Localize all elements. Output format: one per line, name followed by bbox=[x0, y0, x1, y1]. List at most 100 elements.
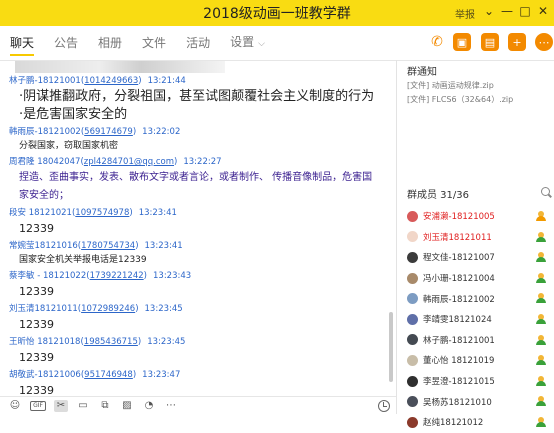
chat-history[interactable]: 林子鹏-18121001(1014249663) 13:21:44 ·阴谋推翻政府，… bbox=[0, 61, 390, 396]
screen-share-icon[interactable]: ▤ bbox=[481, 33, 499, 51]
chat-message: 林子鹏-18121001(1014249663) 13:21:44 ·阴谋推翻政府，… bbox=[9, 75, 390, 124]
message-time: 13:22:02 bbox=[142, 127, 181, 137]
member-name: 董心怡 18121019 bbox=[423, 356, 495, 367]
tab-chat[interactable]: 聊天 bbox=[10, 26, 35, 60]
tab-settings-label: 设置 bbox=[230, 35, 255, 49]
tab-album[interactable]: 相册 bbox=[98, 26, 122, 60]
avatar[interactable] bbox=[407, 416, 418, 428]
sender-name[interactable]: 蔡李敏 - 18121022 bbox=[9, 271, 86, 281]
sender-qq-link[interactable]: 951746948 bbox=[84, 370, 133, 380]
more-icon[interactable]: ⋯ bbox=[535, 33, 553, 51]
member-item[interactable]: 程文佳-18121007 bbox=[407, 247, 554, 268]
tab-files[interactable]: 文件 bbox=[142, 26, 166, 60]
avatar[interactable] bbox=[407, 251, 418, 263]
scroll-thumb[interactable] bbox=[389, 312, 393, 382]
message-header: 刘玉清18121011(1072989246) 13:23:45 bbox=[9, 304, 183, 314]
add-app-icon[interactable]: + bbox=[508, 33, 526, 51]
member-item[interactable]: 李昱澄-18121015 bbox=[407, 371, 554, 392]
chat-message: 周君隆 18042047(zpl4284701@qq.com) 13:22:27 捏… bbox=[9, 156, 390, 205]
member-item[interactable]: 韩雨辰-18121002 bbox=[407, 288, 554, 309]
tab-bar: 聊天 公告 相册 文件 活动 设置 ⌵ bbox=[0, 26, 396, 60]
sender-name[interactable]: 王昕怡 18121018 bbox=[9, 337, 80, 347]
member-role-icon bbox=[536, 313, 546, 324]
avatar[interactable] bbox=[407, 375, 418, 387]
member-role-icon bbox=[536, 416, 546, 427]
sender-name[interactable]: 刘玉清18121011 bbox=[9, 304, 78, 314]
member-item[interactable]: 赵纯18121012 bbox=[407, 412, 554, 433]
message-text: 12339 bbox=[19, 318, 54, 331]
sender-name[interactable]: 周君隆 18042047 bbox=[9, 157, 80, 167]
chat-message: 韩雨辰-18121002(569174679) 13:22:02 分裂国家，窃取国家… bbox=[9, 126, 390, 154]
avatar[interactable] bbox=[407, 210, 418, 222]
sender-name[interactable]: 林子鹏-18121001 bbox=[9, 76, 81, 86]
tab-activity[interactable]: 活动 bbox=[186, 26, 210, 60]
avatar[interactable] bbox=[407, 334, 418, 346]
member-name: 吴杨苏18121010 bbox=[423, 397, 492, 408]
message-header: 胡敬武-18121006(951746948) 13:23:47 bbox=[9, 370, 181, 380]
sender-qq-link[interactable]: 1014249663 bbox=[84, 76, 138, 86]
avatar[interactable] bbox=[407, 293, 418, 305]
member-item[interactable]: 冯小珊-18121004 bbox=[407, 268, 554, 289]
member-item[interactable]: 刘玉清18121011 bbox=[407, 227, 554, 248]
window-title: 2018级动画一班教学群 bbox=[203, 6, 351, 22]
scissors-icon[interactable]: ✂ bbox=[54, 399, 68, 412]
message-text: 12339 bbox=[19, 222, 54, 235]
search-icon[interactable] bbox=[541, 187, 550, 196]
member-item[interactable]: 吴杨苏18121010 bbox=[407, 391, 554, 412]
member-role-icon bbox=[536, 272, 546, 283]
member-item[interactable]: 李靖雯18121024 bbox=[407, 309, 554, 330]
sender-name[interactable]: 胡敬武-18121006 bbox=[9, 370, 81, 380]
member-item[interactable]: 安浦濑-18121005 bbox=[407, 206, 554, 227]
right-panel: 群通知 [文件] 动画运动规律.zip [文件] FLCS6（32&64）.zi… bbox=[397, 61, 554, 428]
sender-name[interactable]: 韩雨辰-18121002 bbox=[9, 127, 81, 137]
close-button[interactable]: ✕ bbox=[536, 3, 550, 19]
message-text: 国家安全机关举报电话是12339 bbox=[19, 255, 147, 265]
message-time: 13:23:45 bbox=[147, 337, 186, 347]
video-icon[interactable]: ▣ bbox=[453, 33, 471, 51]
tab-announcement[interactable]: 公告 bbox=[54, 26, 78, 60]
more-tools-icon[interactable]: ⋯ bbox=[164, 400, 178, 412]
avatar[interactable] bbox=[407, 272, 418, 284]
avatar[interactable] bbox=[407, 354, 418, 366]
avatar[interactable] bbox=[407, 313, 418, 325]
chat-message: 刘玉清18121011(1072989246) 13:23:45 12339 bbox=[9, 303, 390, 334]
message-header: 林子鹏-18121001(1014249663) 13:21:44 bbox=[9, 76, 186, 86]
sender-qq-link[interactable]: zpl4284701@qq.com bbox=[84, 157, 174, 167]
member-item[interactable]: 林子鹏-18121001 bbox=[407, 330, 554, 351]
minimize-button[interactable]: — bbox=[500, 3, 514, 19]
emoji-icon[interactable]: ☺ bbox=[8, 400, 22, 412]
member-role-icon bbox=[536, 355, 546, 366]
notice-file[interactable]: [文件] 动画运动规律.zip bbox=[407, 80, 494, 91]
sender-qq-link[interactable]: 1072989246 bbox=[81, 304, 135, 314]
tab-settings[interactable]: 设置 ⌵ bbox=[230, 25, 265, 61]
chat-message: 段安 18121021(1097574978) 13:23:41 12339 bbox=[9, 207, 390, 238]
gif-icon[interactable]: GIF bbox=[30, 400, 46, 411]
member-role-icon bbox=[536, 211, 546, 221]
folder-icon[interactable]: ▭ bbox=[76, 400, 90, 412]
dropdown-chevron-icon[interactable]: ⌄ bbox=[482, 3, 496, 19]
sender-qq-link[interactable]: 1739221242 bbox=[90, 271, 144, 281]
sender-name[interactable]: 常婉莹18121016 bbox=[9, 241, 78, 251]
sender-qq-link[interactable]: 1985436715 bbox=[84, 337, 138, 347]
report-link[interactable]: 举报 bbox=[455, 6, 475, 21]
image-icon[interactable]: ▨ bbox=[120, 400, 134, 412]
chat-scrollbar[interactable] bbox=[388, 62, 394, 392]
avatar[interactable] bbox=[407, 396, 418, 408]
member-item[interactable]: 董心怡 18121019 bbox=[407, 350, 554, 371]
mute-bell-icon[interactable]: ◔ bbox=[142, 400, 156, 412]
copy-icon[interactable]: ⧉ bbox=[98, 400, 112, 412]
message-time: 13:23:43 bbox=[153, 271, 192, 281]
phone-icon[interactable]: ✆ bbox=[428, 33, 446, 51]
image-message-fragment[interactable] bbox=[15, 61, 225, 73]
avatar[interactable] bbox=[407, 231, 418, 243]
notice-file[interactable]: [文件] FLCS6（32&64）.zip bbox=[407, 94, 513, 105]
sender-qq-link[interactable]: 1097574978 bbox=[75, 208, 129, 218]
maximize-button[interactable]: □ bbox=[518, 3, 532, 19]
member-name: 安浦濑-18121005 bbox=[423, 212, 495, 223]
sender-qq-link[interactable]: 569174679 bbox=[84, 127, 133, 137]
sender-qq-link[interactable]: 1780754734 bbox=[81, 241, 135, 251]
sender-name[interactable]: 段安 18121021 bbox=[9, 208, 72, 218]
member-role-icon bbox=[536, 334, 546, 345]
member-list: 安浦濑-18121005 刘玉清18121011 程文佳-18121007 冯小珊-1… bbox=[407, 206, 554, 433]
history-clock-icon[interactable] bbox=[378, 400, 390, 412]
